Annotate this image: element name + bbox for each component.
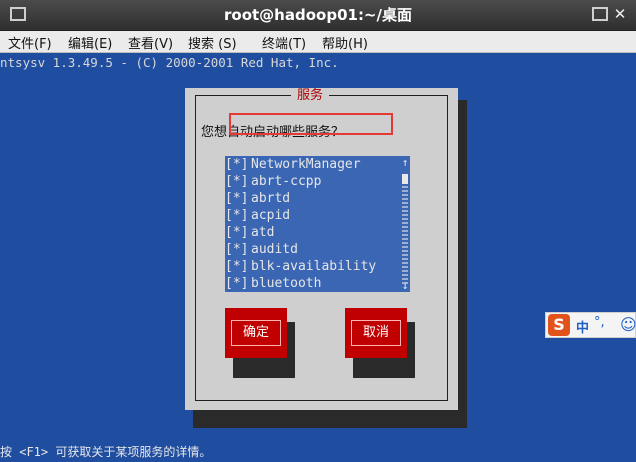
menu-view[interactable]: 查看(V) (128, 33, 173, 52)
menu-terminal[interactable]: 终端(T) (262, 33, 306, 52)
checkbox-mark[interactable]: [*] (225, 275, 251, 292)
list-item[interactable]: [*] abrtd (225, 190, 400, 207)
list-item[interactable]: [*] bluetooth (225, 275, 400, 292)
highlight-annotation (229, 113, 393, 135)
sogou-logo-icon[interactable]: S (548, 314, 570, 336)
ime-chinese-mode[interactable]: 中 (576, 317, 589, 336)
checkbox-mark[interactable]: [*] (225, 190, 251, 207)
checkbox-mark[interactable]: [*] (225, 241, 251, 258)
service-name: acpid (251, 208, 291, 223)
close-icon[interactable]: ✕ (612, 7, 628, 22)
checkbox-mark[interactable]: [*] (225, 207, 251, 224)
terminal-footer-hint: 按 <F1> 可获取关于某项服务的详情。 (0, 445, 212, 459)
menu-bar: 文件(F) 编辑(E) 查看(V) 搜索 (S) 终端(T) 帮助(H) (0, 31, 636, 53)
scroll-thumb[interactable] (402, 174, 408, 184)
scroll-track[interactable] (402, 176, 408, 284)
window-menu-icon[interactable] (10, 7, 26, 21)
list-item[interactable]: [*] abrt-ccpp (225, 173, 400, 190)
window-titlebar: root@hadoop01:~/桌面 ✕ (0, 0, 636, 31)
scroll-up-icon[interactable]: ↑ (401, 156, 409, 169)
list-scrollbar[interactable]: ↑ ↓ (400, 156, 410, 292)
emoji-icon[interactable]: ☺ (620, 315, 636, 334)
service-name: abrt-ccpp (251, 174, 322, 189)
service-name: abrtd (251, 191, 291, 206)
ime-punctuation-mode[interactable]: °, (594, 315, 605, 330)
menu-search[interactable]: 搜索 (S) (188, 33, 237, 52)
cancel-button-label: 取消 (362, 325, 389, 340)
list-item[interactable]: [*] atd (225, 224, 400, 241)
checkbox-mark[interactable]: [*] (225, 258, 251, 275)
cancel-button[interactable]: 取消 (345, 308, 407, 358)
list-item[interactable]: [*] acpid (225, 207, 400, 224)
scroll-down-icon[interactable]: ↓ (401, 279, 409, 292)
terminal-header-text: ntsysv 1.3.49.5 - (C) 2000-2001 Red Hat,… (0, 55, 339, 70)
menu-help[interactable]: 帮助(H) (322, 33, 368, 52)
ok-button-label: 确定 (242, 325, 269, 340)
checkbox-mark[interactable]: [*] (225, 173, 251, 190)
checkbox-mark[interactable]: [*] (225, 156, 251, 173)
service-name: atd (251, 225, 275, 240)
maximize-icon[interactable] (592, 7, 608, 21)
service-name: auditd (251, 242, 298, 257)
menu-edit[interactable]: 编辑(E) (68, 33, 112, 52)
ime-toolbar[interactable]: S 中 °, ☺ (545, 312, 636, 338)
services-list[interactable]: [*] NetworkManager [*] abrt-ccpp [*] abrtd … (225, 156, 410, 292)
dialog-title: 服务 (291, 88, 330, 104)
window-title: root@hadoop01:~/桌面 (224, 6, 412, 24)
menu-file[interactable]: 文件(F) (8, 33, 52, 52)
service-name: blk-availability (251, 259, 377, 274)
service-name: bluetooth (251, 276, 322, 291)
ok-button[interactable]: 确定 (225, 308, 287, 358)
list-item[interactable]: [*] NetworkManager (225, 156, 400, 173)
list-item[interactable]: [*] auditd (225, 241, 400, 258)
checkbox-mark[interactable]: [*] (225, 224, 251, 241)
services-dialog: 服务 您想自动启动哪些服务？ [*] NetworkManager [*] abrt… (185, 88, 458, 410)
list-item[interactable]: [*] blk-availability (225, 258, 400, 275)
service-name: NetworkManager (251, 157, 361, 172)
